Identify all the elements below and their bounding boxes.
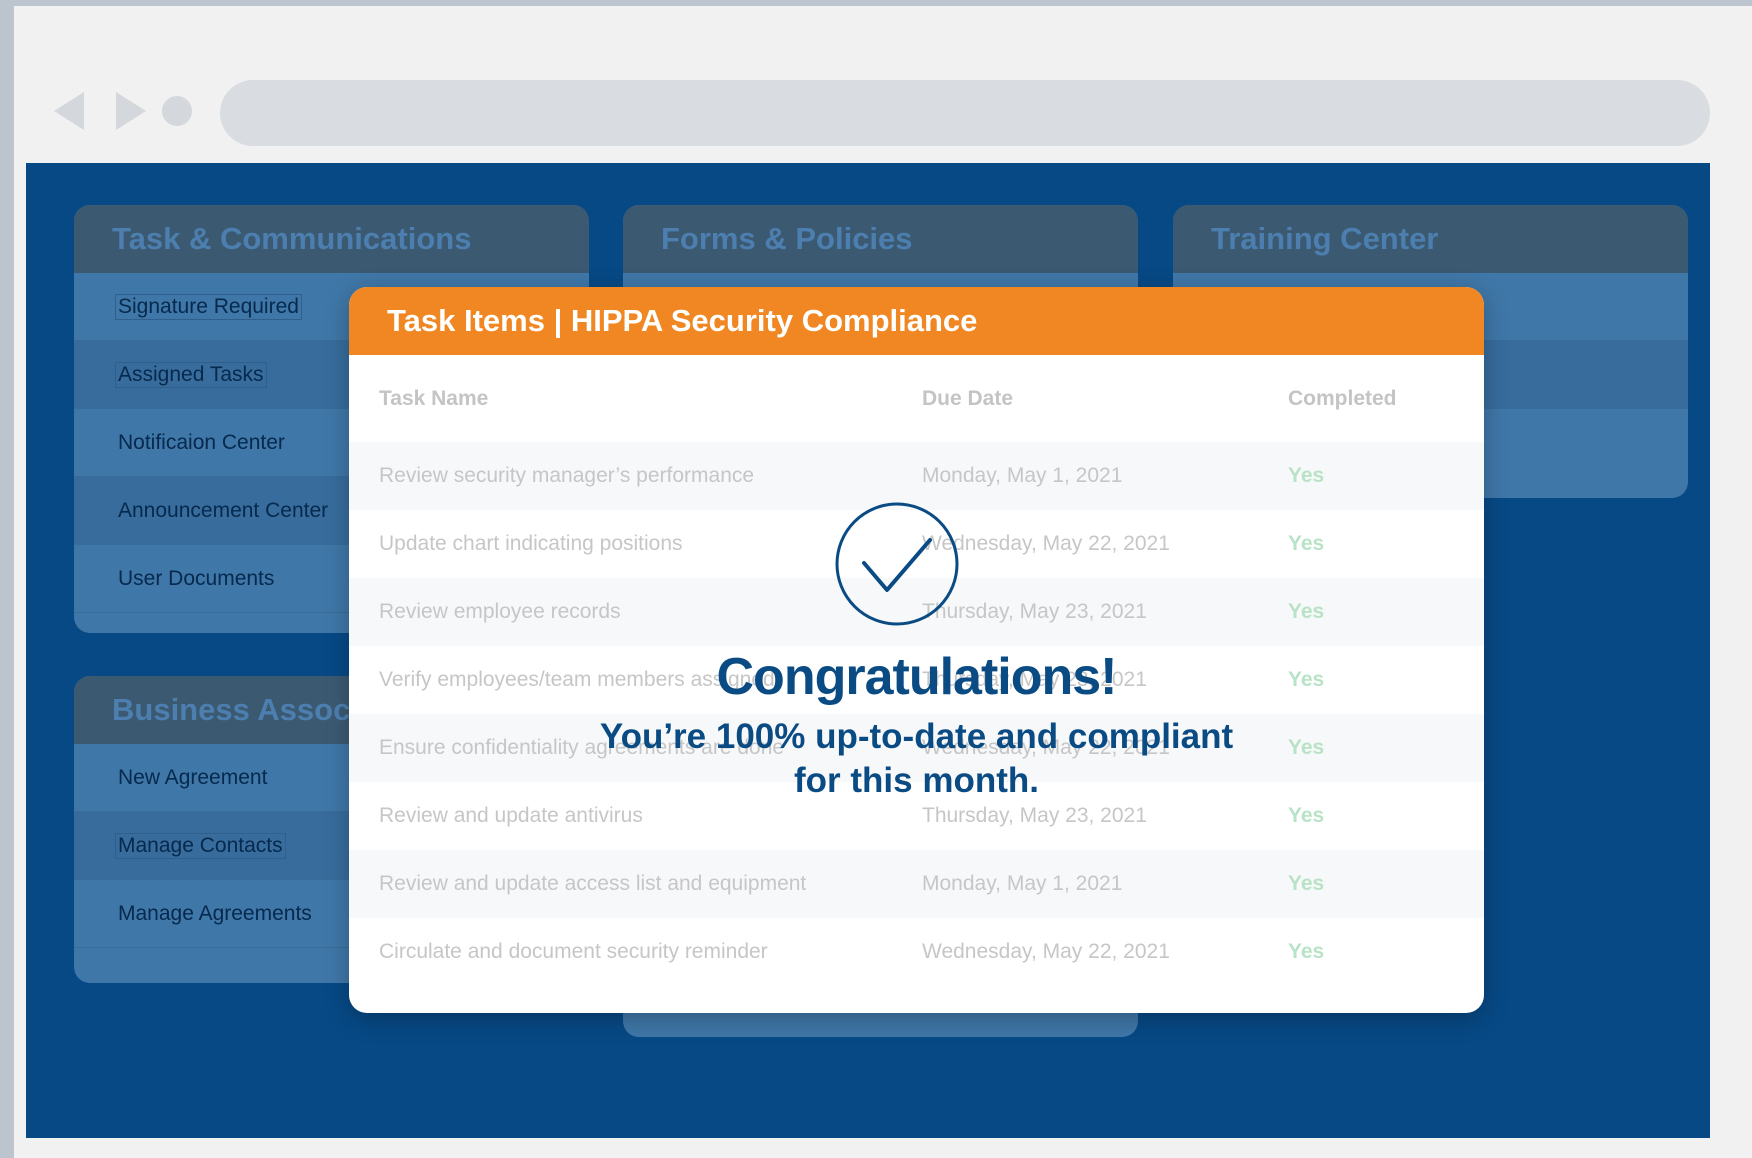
task-items-modal: Task Items | HIPPA Security Compliance T…	[349, 287, 1484, 1013]
cell-completed: Yes	[1288, 940, 1325, 963]
column-header-task-name[interactable]: Task Name	[379, 387, 488, 411]
cell-completed: Yes	[1288, 532, 1325, 555]
panel-header: Task & Communications	[74, 205, 589, 273]
column-header-completed[interactable]: Completed	[1288, 387, 1397, 411]
menu-item-label: Signature Required	[115, 293, 302, 320]
cell-task-name: Review and update access list and equipm…	[379, 872, 807, 895]
menu-item-label: Assigned Tasks	[115, 361, 267, 388]
address-bar[interactable]	[220, 80, 1710, 146]
menu-item-label: New Agreement	[118, 765, 268, 789]
panel-header: Training Center	[1173, 205, 1688, 273]
cell-completed: Yes	[1288, 872, 1325, 895]
menu-item-label: Notificaion Center	[118, 430, 285, 454]
cell-task-name: Update chart indicating positions	[379, 532, 683, 555]
menu-item-label: Announcement Center	[118, 498, 329, 522]
menu-item-label: User Documents	[118, 566, 275, 590]
cell-due-date: Thursday, May 23, 2021	[922, 804, 1147, 827]
compliance-message-line: for this month.	[794, 761, 1039, 800]
cell-completed: Yes	[1288, 464, 1325, 487]
cell-task-name: Review and update antivirus	[379, 804, 643, 827]
column-header-due-date[interactable]: Due Date	[922, 387, 1013, 411]
panel-title: Training Center	[1211, 221, 1439, 256]
table-row[interactable]: Review security manager’s performance Mon…	[349, 442, 1484, 510]
back-arrow-icon[interactable]	[54, 92, 84, 130]
table-header: Task Name Due Date Completed	[349, 355, 1484, 442]
checkmark-circle-icon	[835, 502, 959, 626]
cell-due-date: Wednesday, May 22, 2021	[922, 940, 1170, 963]
menu-item-label: Manage Contacts	[115, 832, 286, 859]
table-row[interactable]: Review and update access list and equipm…	[349, 850, 1484, 918]
panel-title: Task & Communications	[112, 221, 472, 256]
cell-due-date: Monday, May 1, 2021	[922, 872, 1123, 895]
cell-task-name: Circulate and document security reminder	[379, 940, 768, 963]
congratulations-heading: Congratulations!	[716, 648, 1118, 706]
compliance-message-line: You’re 100% up-to-date and compliant	[599, 717, 1234, 756]
modal-header: Task Items | HIPPA Security Compliance	[349, 287, 1484, 355]
reload-dot-icon[interactable]	[162, 96, 192, 126]
cell-completed: Yes	[1288, 804, 1325, 827]
forward-arrow-icon[interactable]	[116, 92, 146, 130]
panel-title: Forms & Policies	[661, 221, 913, 256]
cell-task-name: Review security manager’s performance	[379, 464, 755, 487]
table-row[interactable]: Circulate and document security reminder…	[349, 918, 1484, 986]
cell-due-date: Monday, May 1, 2021	[922, 464, 1123, 487]
cell-task-name: Review employee records	[379, 600, 621, 623]
menu-item-label: Manage Agreements	[118, 901, 312, 925]
panel-header: Forms & Policies	[623, 205, 1138, 273]
compliance-message: You’re 100% up-to-date and compliant for…	[349, 715, 1484, 803]
modal-title: Task Items | HIPPA Security Compliance	[387, 303, 978, 338]
cell-completed: Yes	[1288, 600, 1325, 623]
